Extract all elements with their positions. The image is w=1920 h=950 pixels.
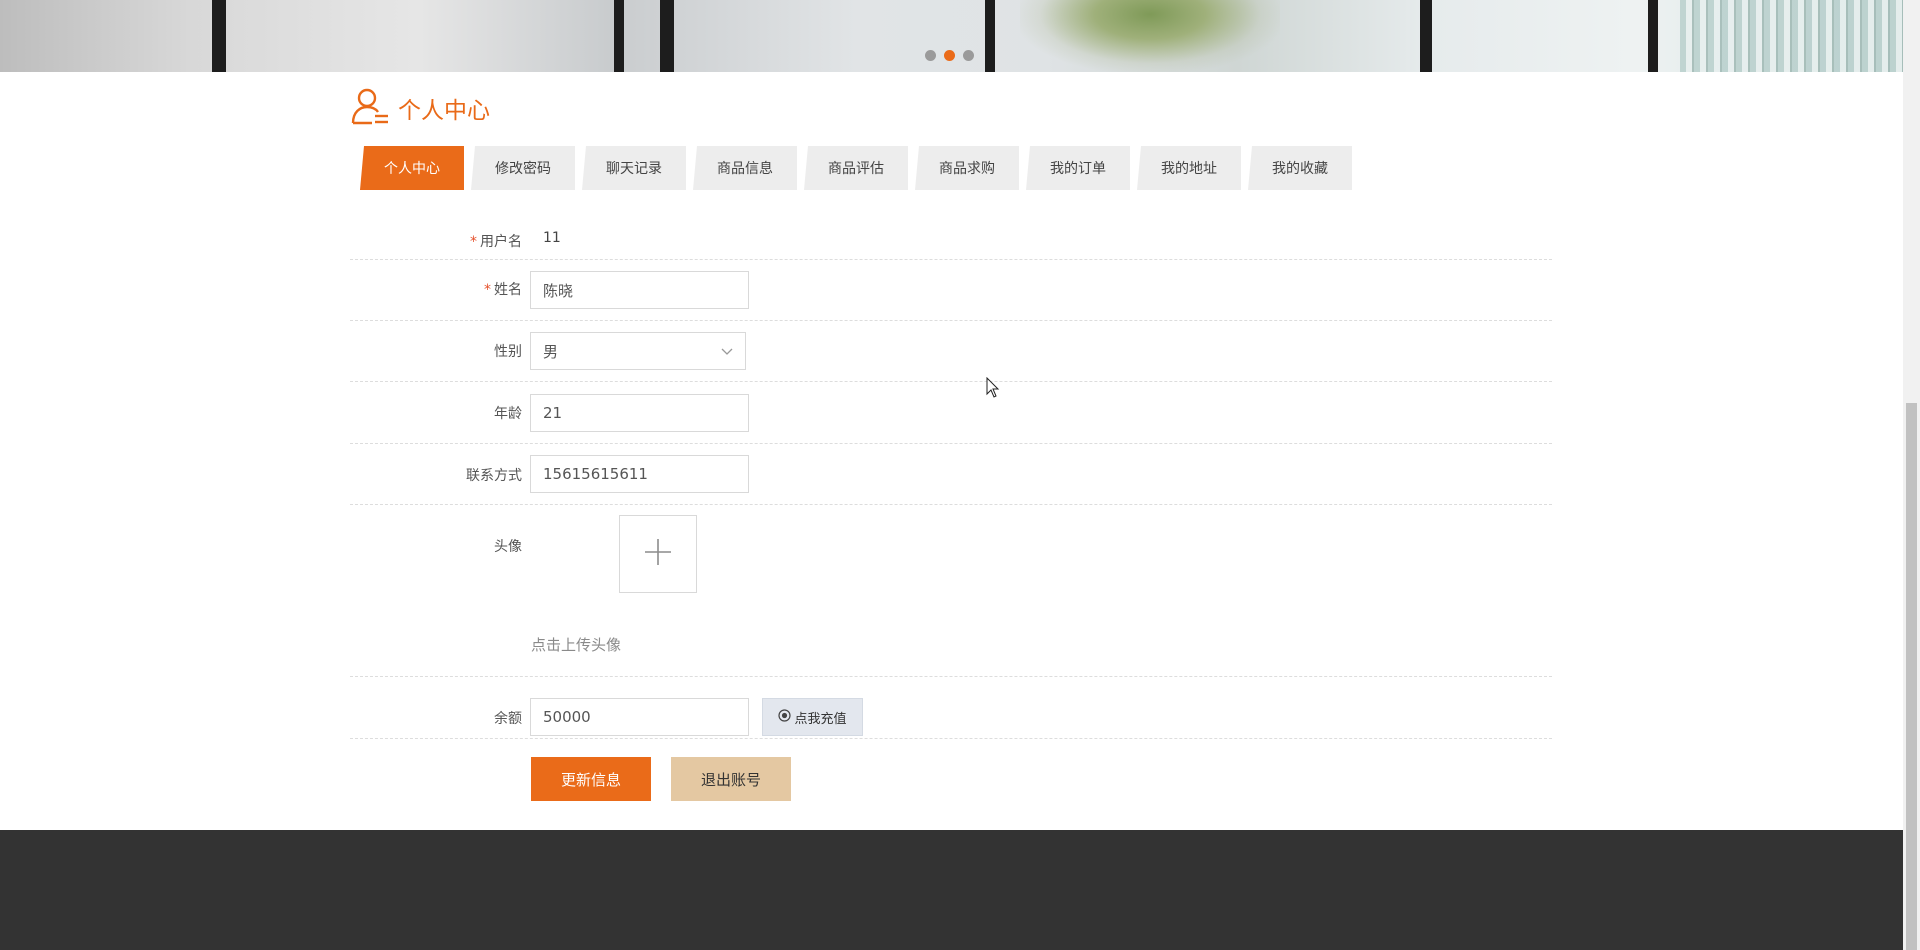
- page-title: 个人中心: [398, 98, 490, 124]
- required-mark: *: [470, 234, 477, 250]
- user-icon: [350, 86, 390, 130]
- recharge-label: 点我充值: [794, 711, 847, 727]
- page-scrollbar[interactable]: [1903, 0, 1920, 950]
- avatar-label: 头像: [494, 539, 522, 555]
- tab-product-wanted[interactable]: 商品求购: [915, 146, 1019, 190]
- profile-form: * 用户名 11 * 姓名 陈晓 性别 男 年龄 21 联系方式 156156156…: [350, 216, 1552, 739]
- form-row-name: * 姓名 陈晓: [350, 260, 1552, 321]
- radio-dot-icon: [778, 708, 792, 726]
- name-input[interactable]: 陈晓: [530, 271, 749, 309]
- banner-carousel: [0, 0, 1903, 72]
- tab-my-favorites[interactable]: 我的收藏: [1248, 146, 1352, 190]
- update-info-button[interactable]: 更新信息: [531, 757, 651, 801]
- form-row-avatar: 头像 点击上传头像: [350, 505, 1552, 677]
- phone-input[interactable]: 15615615611: [530, 455, 749, 493]
- logout-button[interactable]: 退出账号: [671, 757, 791, 801]
- recharge-button[interactable]: 点我充值: [762, 698, 863, 736]
- username-value: 11: [543, 230, 561, 246]
- age-label: 年龄: [494, 406, 522, 422]
- mouse-cursor-icon: [986, 376, 1000, 403]
- tab-chat-history[interactable]: 聊天记录: [582, 146, 686, 190]
- form-row-username: * 用户名 11: [350, 216, 1552, 260]
- required-mark: *: [484, 282, 491, 298]
- form-row-balance: 余额 50000 点我充值: [350, 677, 1552, 739]
- form-row-gender: 性别 男: [350, 321, 1552, 382]
- form-row-age: 年龄 21: [350, 382, 1552, 444]
- tab-product-info[interactable]: 商品信息: [693, 146, 797, 190]
- plus-icon: [643, 537, 673, 571]
- carousel-dot[interactable]: [925, 50, 936, 61]
- carousel-dot-active[interactable]: [944, 50, 955, 61]
- tab-my-orders[interactable]: 我的订单: [1026, 146, 1130, 190]
- scrollbar-thumb[interactable]: [1906, 403, 1917, 950]
- phone-label: 联系方式: [466, 468, 522, 484]
- tab-change-password[interactable]: 修改密码: [471, 146, 575, 190]
- avatar-upload[interactable]: [619, 515, 697, 593]
- footer: [0, 830, 1903, 950]
- name-label: * 姓名: [484, 282, 522, 298]
- carousel-indicators: [925, 50, 974, 61]
- tab-my-address[interactable]: 我的地址: [1137, 146, 1241, 190]
- tab-product-evaluation[interactable]: 商品评估: [804, 146, 908, 190]
- age-input[interactable]: 21: [530, 394, 749, 432]
- chevron-down-icon: [721, 342, 733, 360]
- balance-input[interactable]: 50000: [530, 698, 749, 736]
- tab-profile[interactable]: 个人中心: [360, 146, 464, 190]
- gender-label: 性别: [494, 344, 522, 360]
- gender-select[interactable]: 男: [530, 332, 746, 370]
- section-header: 个人中心: [350, 86, 490, 130]
- balance-label: 余额: [494, 711, 522, 727]
- carousel-dot[interactable]: [963, 50, 974, 61]
- gender-selected-value: 男: [543, 342, 559, 361]
- profile-tabs: 个人中心 修改密码 聊天记录 商品信息 商品评估 商品求购 我的订单 我的地址 …: [360, 146, 1352, 190]
- avatar-upload-hint: 点击上传头像: [531, 636, 622, 654]
- form-row-phone: 联系方式 15615615611: [350, 444, 1552, 505]
- username-label: * 用户名: [470, 234, 522, 250]
